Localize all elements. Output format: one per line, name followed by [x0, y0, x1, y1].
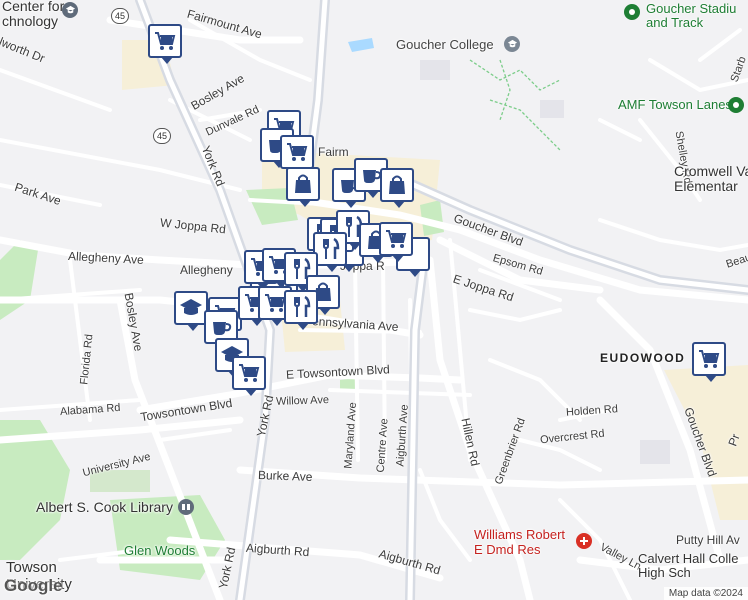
cart-icon — [384, 227, 408, 251]
place-label-amf-towson-lanes: AMF Towson Lanes — [618, 97, 732, 112]
street-label-putty-hill-ave: Putty Hill Av — [676, 533, 740, 547]
restaurant-icon — [318, 237, 342, 261]
street-label-allegheny-ave: Allegheny Ave — [67, 249, 145, 267]
map-marker-bag[interactable] — [286, 167, 320, 207]
cart-icon — [697, 347, 721, 371]
street-label-fairmount: Fairm — [318, 145, 349, 159]
stadium-icon — [624, 4, 640, 20]
school-icon — [504, 36, 520, 52]
map-marker-cart[interactable] — [280, 135, 314, 175]
place-label-albert-s-cook-library: Albert S. Cook Library — [36, 499, 173, 515]
map-attribution: Map data ©2024 — [663, 587, 748, 600]
map-marker-cart[interactable] — [232, 356, 266, 396]
medical-icon — [576, 533, 592, 549]
map-marker-restaurant[interactable] — [313, 232, 347, 272]
place-label-goucher-stadium: Goucher Stadiu and Track — [646, 1, 737, 31]
place-label-center-for-technology: Center for chnology — [2, 0, 65, 30]
cart-icon — [237, 361, 261, 385]
place-label-goucher-college: Goucher College — [396, 37, 494, 52]
place-label-williams-robert: Williams Robert E Dmd Res — [474, 527, 566, 557]
street-label-allegheny: Allegheny — [180, 263, 233, 277]
map-marker-restaurant[interactable] — [284, 290, 318, 330]
map-marker-cart[interactable] — [148, 24, 182, 64]
restaurant-icon — [289, 295, 313, 319]
bag-icon — [291, 172, 315, 196]
map-marker-school[interactable] — [174, 291, 208, 331]
place-label-eudowood: EUDOWOOD — [600, 351, 686, 365]
school-icon — [179, 296, 203, 320]
route-45-shield: 45 — [111, 8, 129, 24]
coffee-icon — [209, 315, 233, 339]
google-logo: Google — [4, 576, 63, 595]
route-45-shield: 45 — [153, 128, 171, 144]
place-label-cromwell-valley: Cromwell ValleElementar — [674, 163, 748, 195]
place-label-glen-woods: Glen Woods — [124, 543, 196, 558]
library-icon — [178, 499, 194, 515]
bag-icon — [385, 173, 409, 197]
cart-icon — [153, 29, 177, 53]
map-canvas[interactable]: Fairmount Ave lworth Dr Bosley Ave Dunva… — [0, 0, 748, 600]
map-marker-cart[interactable] — [379, 222, 413, 262]
bowling-icon — [728, 97, 744, 113]
place-label-calvert-hall: Calvert Hall Colle High Sch — [638, 551, 739, 581]
map-marker-bag[interactable] — [380, 168, 414, 208]
street-label-burke-ave: Burke Ave — [257, 468, 313, 484]
cart-icon — [285, 140, 309, 164]
street-label-willow-ave: Willow Ave — [275, 394, 330, 408]
school-icon — [62, 2, 78, 18]
map-marker-cart[interactable] — [692, 342, 726, 382]
